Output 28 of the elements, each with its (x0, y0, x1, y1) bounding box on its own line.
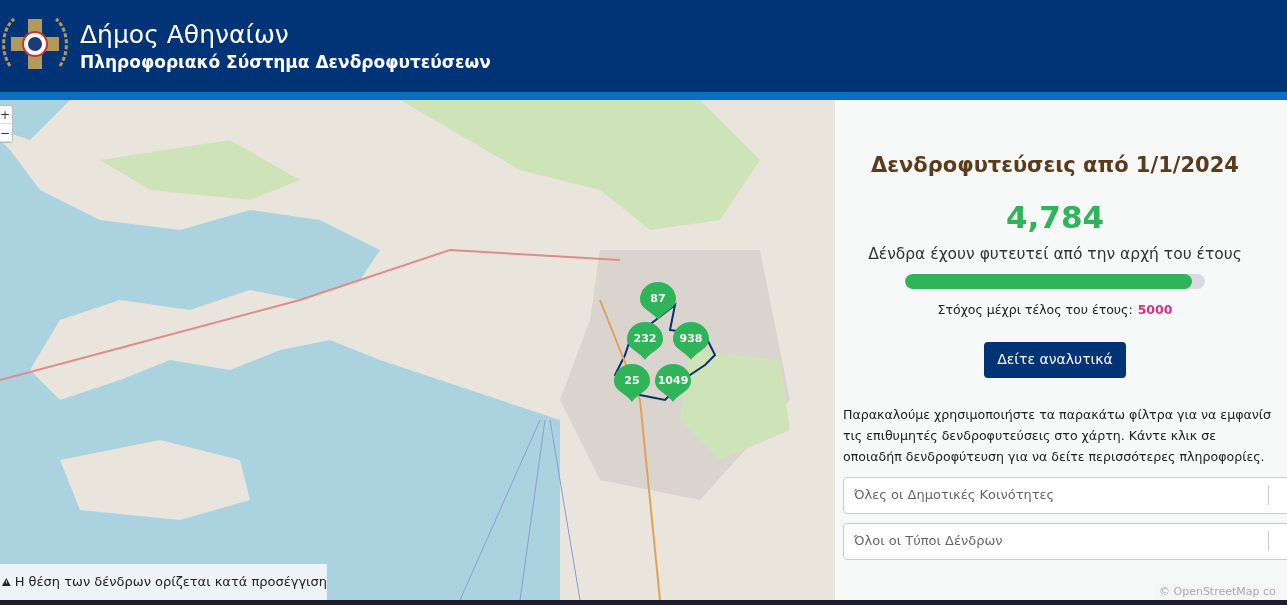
zoom-out-button[interactable]: − (0, 124, 12, 142)
filter-select[interactable]: Όλοι οι Τύποι Δένδρων (843, 522, 1287, 560)
filter-input[interactable]: Όλες οι Δημοτικές Κοινότητες (854, 485, 1254, 505)
filter-instructions: Παρακαλούμε χρησιμοποιήστε τα παρακάτω φίλτρα για να εμφανίσ τις επιθυμητές δενδροφυτεύσεις στο χάρτη. Κάντε κλικ σε οποιαδήπ δενδροφύτευση για να δείτε περισσότερες πληροφορίες. (843, 405, 1273, 466)
site-title: Δήμος Αθηναίων (80, 18, 290, 50)
filter-input[interactable]: Όλοι οι Τύποι Δένδρων (854, 531, 1254, 551)
marker-count: 1049 (657, 375, 689, 386)
map-marker-icon[interactable] (673, 322, 709, 360)
panel-title: Δενδροφυτεύσεις από 1/1/2024 (871, 152, 1239, 179)
details-button[interactable]: Δείτε αναλυτικά (984, 341, 1126, 378)
notice-text: Η θέση των δένδρων ορίζεται κατά προσέγγιση (14, 573, 327, 592)
filter-select[interactable]: Όλες οι Δημοτικές Κοινότητες (843, 476, 1287, 514)
marker-count: 232 (633, 333, 657, 344)
map-marker-icon[interactable] (614, 364, 650, 402)
planted-count: 4,784 (1005, 201, 1105, 233)
map-marker-icon[interactable] (640, 282, 676, 320)
warning-icon (2, 577, 11, 587)
target-value: 5000 (1137, 300, 1173, 319)
zoom-in-button[interactable]: + (0, 106, 12, 124)
site-subtitle: Πληροφοριακό Σύστημα Δενδροφυτεύσεων (80, 52, 491, 74)
map-marker-icon[interactable] (655, 364, 691, 402)
marker-count: 25 (624, 375, 640, 386)
count-caption: Δένδρα έχουν φυτευτεί από την αρχή του έτους (868, 243, 1242, 265)
marker-count: 87 (650, 293, 666, 304)
map-view[interactable]: + − 87 232 938 25 1049 Η θέση των δένδρων ορίζεται κατά προσέγγιση (0, 100, 835, 600)
target-label: Στόχος μέχρι τέλος του έτους: (937, 300, 1133, 319)
map-marker-icon[interactable] (627, 322, 663, 360)
marker-count: 938 (679, 333, 703, 344)
